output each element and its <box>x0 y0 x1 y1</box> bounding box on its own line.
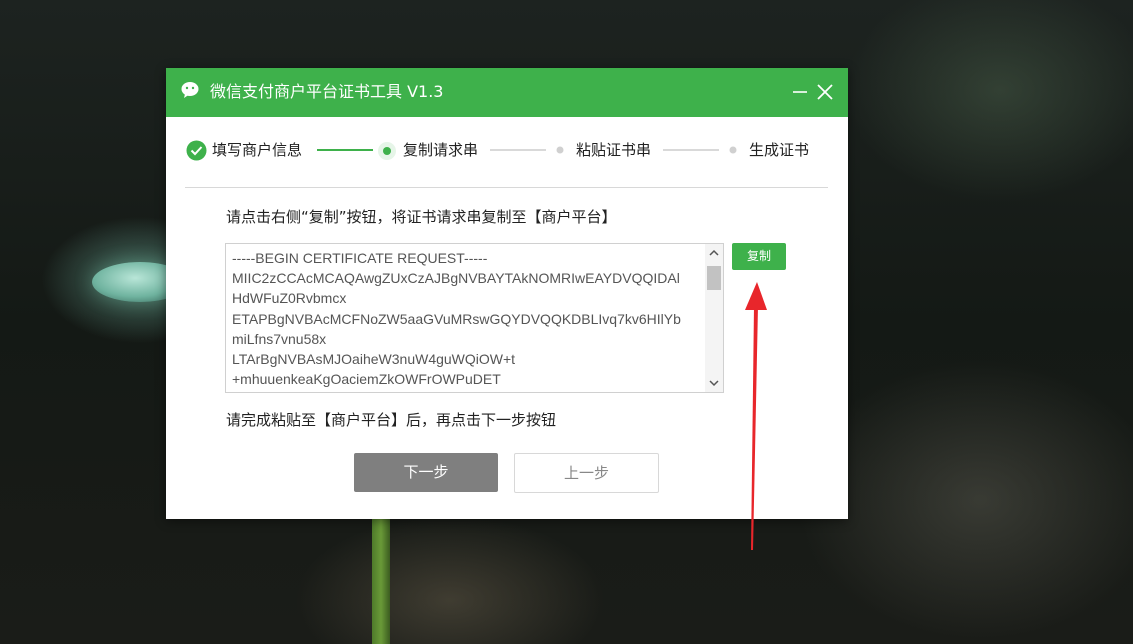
csr-line: +mhuuenkeaKgOaciemZkOWFrOWPuDET <box>232 371 501 388</box>
progress-steps: 填写商户信息 复制请求串 粘贴证书串 生成证书 <box>166 138 848 162</box>
csr-line: LTArBgNVBAsMJOaiheW3nuW4guWQiOW+t <box>232 351 516 368</box>
csr-text[interactable]: -----BEGIN CERTIFICATE REQUEST----- MIIC2… <box>232 248 702 389</box>
title-bar[interactable]: 微信支付商户平台证书工具 V1.3 <box>166 68 848 117</box>
csr-textarea[interactable]: -----BEGIN CERTIFICATE REQUEST----- MIIC2… <box>225 243 724 393</box>
copy-button[interactable]: 复制 <box>732 243 786 270</box>
vertical-scrollbar[interactable] <box>705 244 723 392</box>
scroll-up-arrow-icon[interactable] <box>705 245 723 261</box>
next-step-button[interactable]: 下一步 <box>354 453 498 492</box>
step-pending-dot-icon <box>556 146 564 154</box>
step-pending-dot-icon <box>729 146 737 154</box>
previous-step-button[interactable]: 上一步 <box>514 453 659 493</box>
step-current-dot-icon <box>378 142 396 160</box>
step-connector-pending <box>663 149 719 151</box>
step-connector-pending <box>490 149 546 151</box>
step-label-fill-info: 填写商户信息 <box>212 141 303 159</box>
step-connector-done <box>317 149 373 151</box>
csr-line: -----BEGIN CERTIFICATE REQUEST----- <box>232 250 488 266</box>
annotation-arrow-icon <box>745 282 767 550</box>
wechat-logo-icon <box>181 82 199 98</box>
step-label-paste-cert: 粘贴证书串 <box>576 141 652 159</box>
csr-line: MIIC2zCCAcMCAQAwgZUxCzAJBgNVBAYTAkNOMRIw… <box>232 270 680 287</box>
step-label-generate-cert: 生成证书 <box>749 141 810 159</box>
close-icon[interactable] <box>814 81 836 103</box>
copy-instruction: 请点击右侧“复制”按钮，将证书请求串复制至【商户平台】 <box>226 208 617 226</box>
scrollbar-thumb[interactable] <box>707 266 721 290</box>
step-done-check-icon <box>186 140 207 161</box>
paste-instruction: 请完成粘贴至【商户平台】后，再点击下一步按钮 <box>226 411 557 429</box>
scroll-down-arrow-icon[interactable] <box>705 375 723 391</box>
minimize-icon[interactable] <box>789 81 811 103</box>
window-title: 微信支付商户平台证书工具 V1.3 <box>210 82 444 101</box>
csr-line: HdWFuZ0Rvbmcx <box>232 290 347 307</box>
step-label-copy-request: 复制请求串 <box>403 141 479 159</box>
csr-line: miLfns7vnu58x <box>232 330 327 347</box>
divider <box>185 187 828 188</box>
background-stem <box>372 505 390 644</box>
csr-line: ETAPBgNVBAcMCFNoZW5aaGVuMRswGQYDVQQKDBLI… <box>232 310 681 327</box>
